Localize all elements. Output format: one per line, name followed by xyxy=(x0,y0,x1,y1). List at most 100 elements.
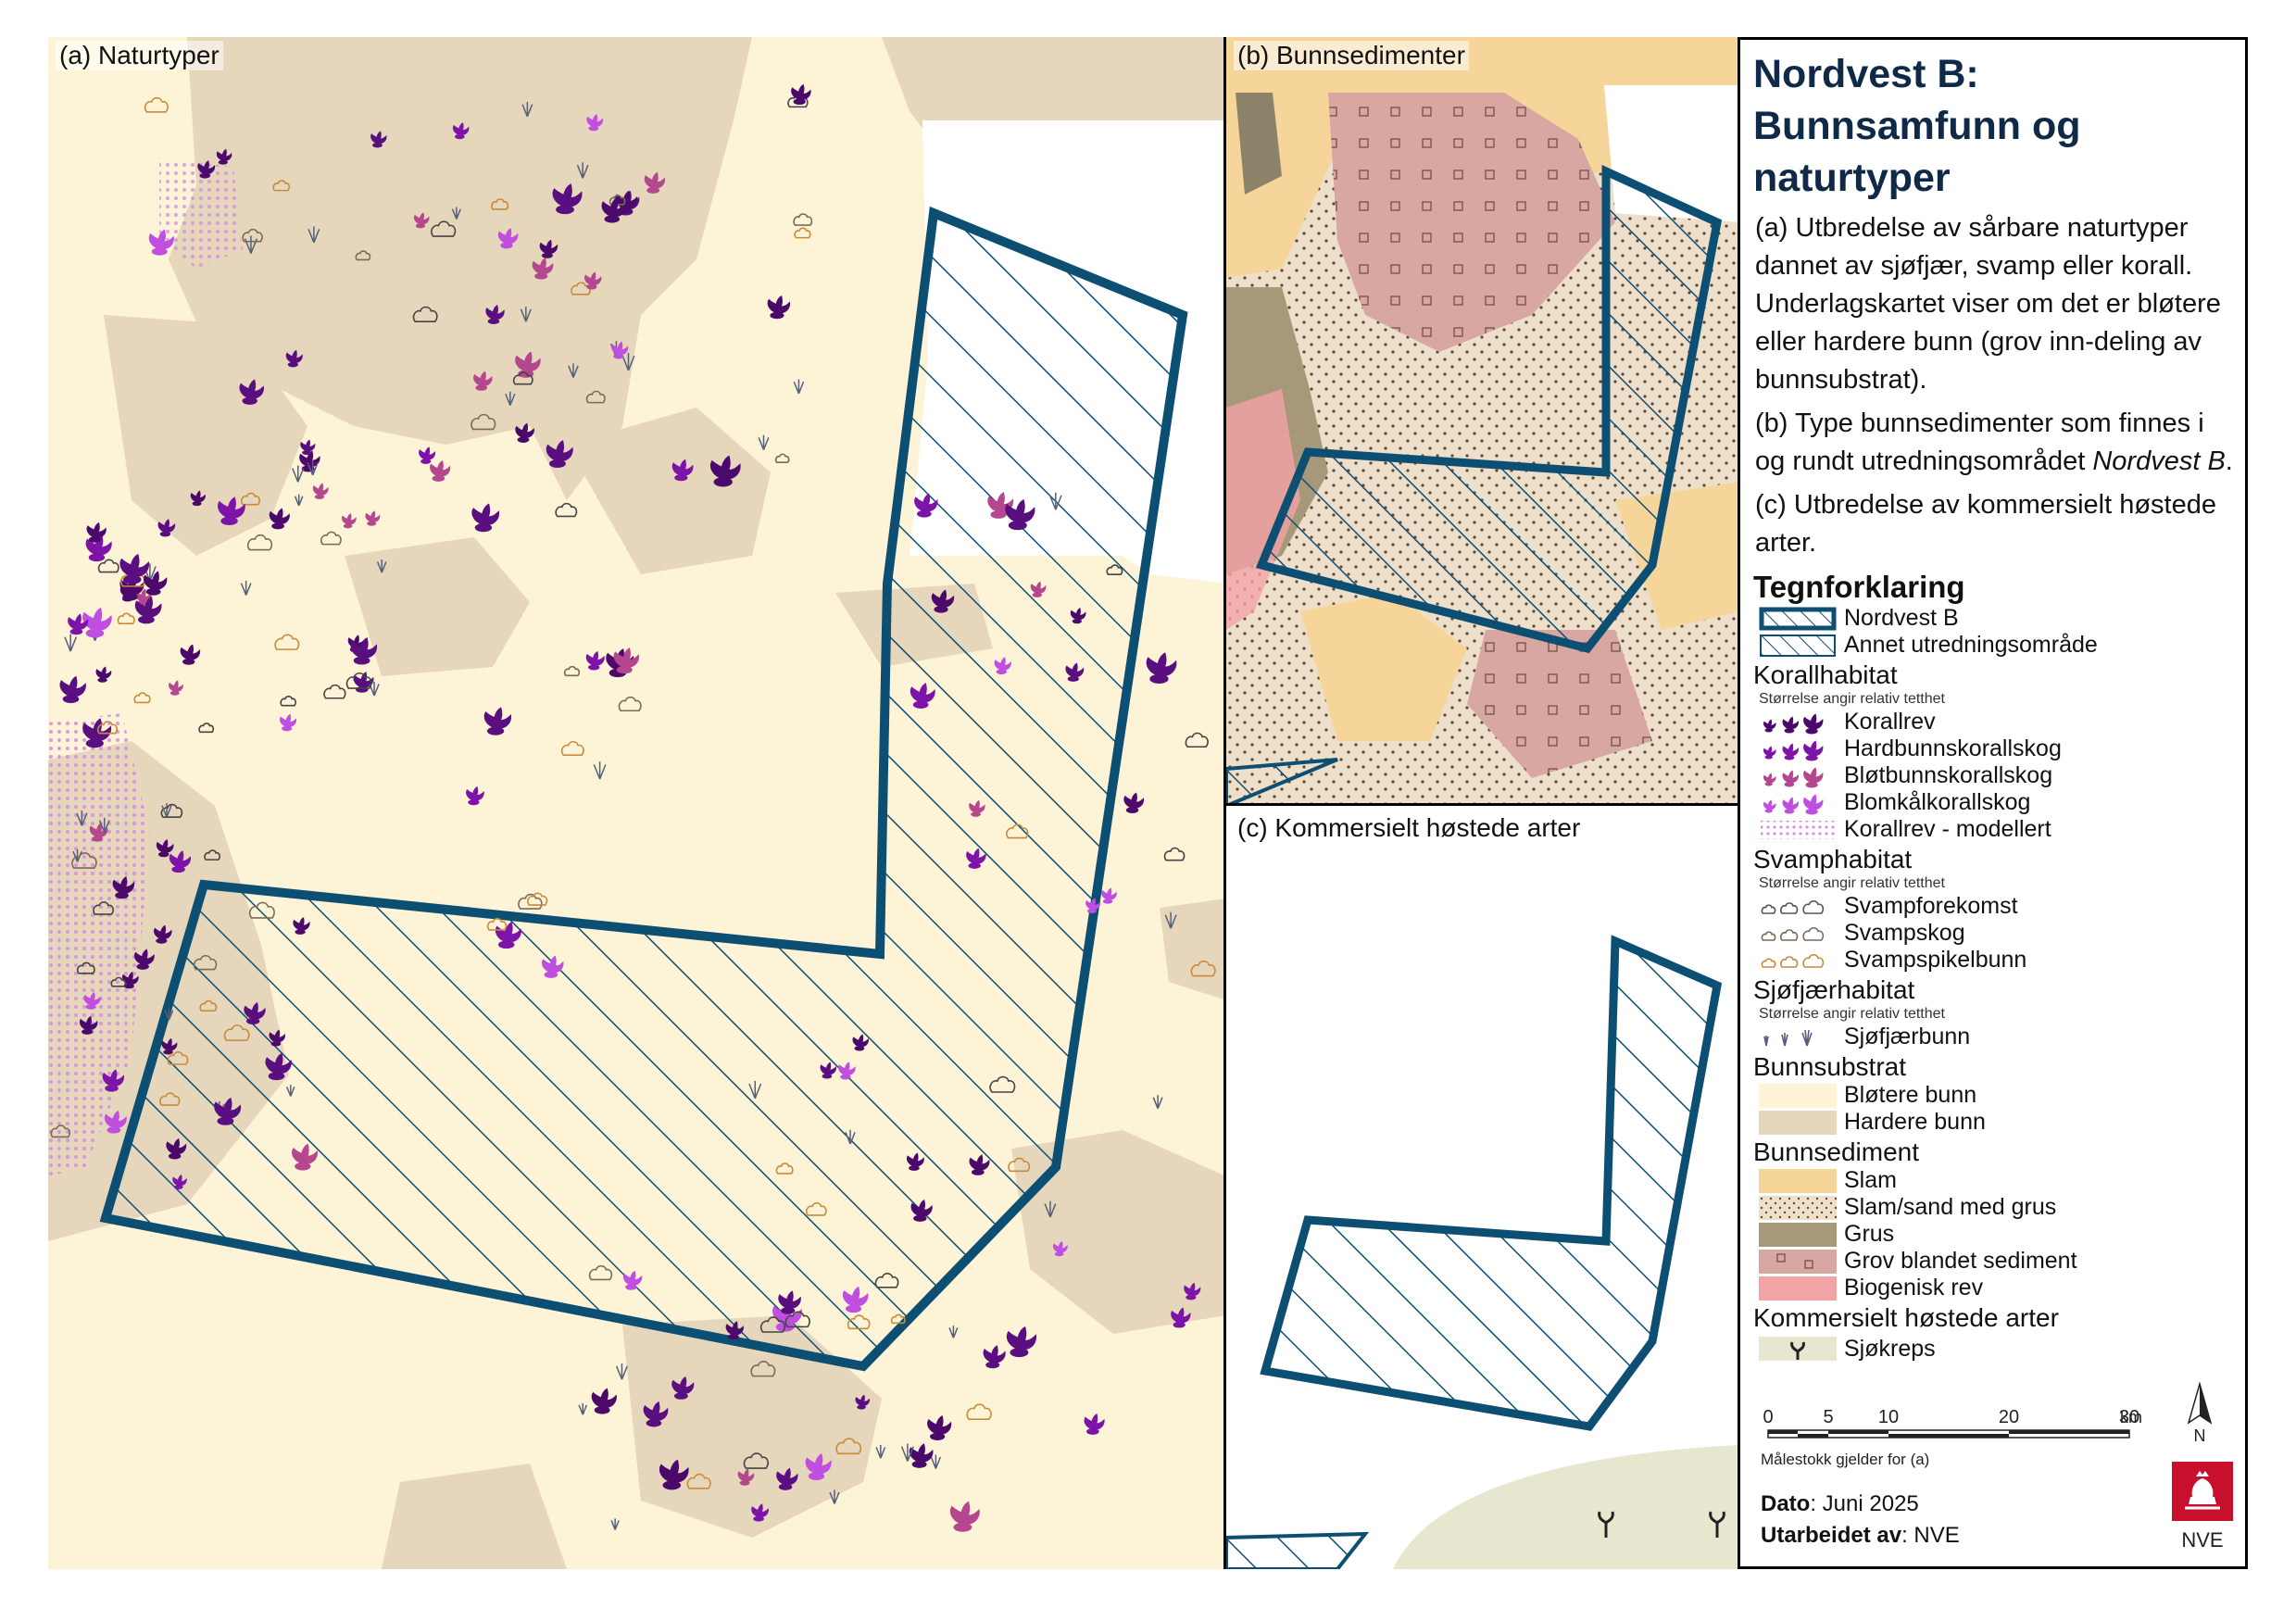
coral-marker-base xyxy=(1102,898,1113,904)
coral-marker-base xyxy=(541,252,553,258)
coral-marker-base xyxy=(136,963,149,970)
coral-marker-base xyxy=(151,247,168,256)
sidebar: Nordvest B: Bunnsamfunn og naturtyper (a… xyxy=(1740,37,2248,1569)
map-panel-naturtyper[interactable]: (a) Naturtyper xyxy=(48,37,1226,1569)
coral-marker xyxy=(1782,797,1799,810)
coral-marker-base xyxy=(163,1049,173,1055)
coral-marker-base xyxy=(218,159,228,165)
date-value: : Juni 2025 xyxy=(1810,1491,1919,1516)
north-arrow-icon: N xyxy=(2187,1382,2213,1445)
kommersielt-map xyxy=(1226,806,1738,1569)
coral-marker-base xyxy=(930,1432,946,1440)
scale-tick-label: 0 xyxy=(1763,1407,1773,1427)
coral-marker-base xyxy=(604,215,621,223)
legend-nordvest-b: Nordvest B xyxy=(1759,605,2240,632)
coral-marker-base xyxy=(367,521,377,526)
title-line-2: Bunnsamfunn og naturtyper xyxy=(1753,104,2081,200)
coral-marker-base xyxy=(517,436,530,443)
scale-note: Målestokk gjelder for (a) xyxy=(1761,1451,1930,1468)
coral-marker-base xyxy=(192,501,202,507)
legend-blotere: Bløtere bunn xyxy=(1759,1082,2240,1109)
svampforekomst-icon xyxy=(1759,895,1844,919)
description: (a) Utbredelse av sårbare naturtyper dan… xyxy=(1755,209,2240,562)
sponge-marker xyxy=(1779,955,1799,968)
coral-marker-base xyxy=(990,510,1007,519)
coral-marker-base xyxy=(115,891,129,899)
coral-marker-base xyxy=(1805,781,1818,787)
coral-marker-base xyxy=(778,1483,793,1490)
coral-marker-base xyxy=(372,143,383,148)
north-label: N xyxy=(2194,1426,2206,1445)
coral-marker-base xyxy=(548,459,566,469)
coral-marker-base xyxy=(673,1392,688,1400)
coral-marker-base xyxy=(909,1165,920,1171)
legend-grov: Grov blandet sediment xyxy=(1759,1248,2240,1275)
legend-kommersiell-head: Kommersielt høstede arter xyxy=(1753,1303,2059,1332)
coral-marker-base xyxy=(356,685,369,693)
coral-marker-base xyxy=(911,1460,927,1468)
coral-marker-base xyxy=(971,1169,985,1175)
coral-marker-base xyxy=(822,1074,833,1079)
author-value: : NVE xyxy=(1901,1523,1960,1548)
coral-marker-base xyxy=(168,1152,182,1160)
legend-biogenisk: Biogenisk rev xyxy=(1759,1275,2240,1301)
modellert-swatch-icon xyxy=(1759,818,1844,842)
nordvest-b-swatch-icon xyxy=(1759,607,1844,631)
coral-marker-base xyxy=(287,361,298,368)
coral-marker-base xyxy=(556,205,574,215)
hardere-swatch xyxy=(1759,1110,1837,1135)
coral-marker-base xyxy=(314,494,325,499)
description-b-area-name: Nordvest B xyxy=(2092,446,2226,476)
coral-marker xyxy=(1803,713,1824,729)
coral-marker-base xyxy=(487,318,500,324)
scale-unit-label: km xyxy=(2120,1408,2142,1426)
legend-hardere-label: Hardere bunn xyxy=(1844,1109,1986,1135)
legend-blomkal: Blomkålkorallskog xyxy=(1759,789,2240,816)
coral-marker-base xyxy=(420,459,432,464)
map-panel-kommersielt[interactable]: (c) Kommersielt høstede arter xyxy=(1226,806,1740,1569)
legend-sjofjaer-note: Størrelse angir relativ tetthet xyxy=(1759,1006,1945,1022)
legend-hardbunn-label: Hardbunnskorallskog xyxy=(1844,735,2062,761)
description-b-suffix: . xyxy=(2225,446,2233,476)
coral-marker-base xyxy=(1010,1348,1029,1358)
coral-marker-base xyxy=(69,628,83,635)
legend-slam: Slam xyxy=(1759,1167,2240,1194)
coral-marker-base xyxy=(845,1304,862,1313)
coral-marker-base xyxy=(770,311,784,320)
coral-marker-base xyxy=(85,1004,96,1010)
sponge-marker xyxy=(1761,903,1776,914)
coral-marker-base xyxy=(1008,521,1027,531)
coral-marker-base xyxy=(588,125,599,132)
coral-marker-base xyxy=(646,186,660,194)
legend-sjofjaer-head: Sjøfjærhabitat xyxy=(1753,975,1915,1004)
legend-svampforekomst: Svampforekomst xyxy=(1759,893,2240,920)
legend-substrat-head: Bunnsubstrat xyxy=(1753,1052,1906,1081)
coral-marker-base xyxy=(415,223,426,229)
coral-marker-base xyxy=(62,695,80,704)
coral-marker-base xyxy=(968,862,981,869)
coral-marker-base xyxy=(1032,592,1042,597)
sponge-marker xyxy=(1802,926,1825,941)
coral-marker-base xyxy=(594,1406,610,1414)
legend-slam-sand-label: Slam/sand med grus xyxy=(1844,1194,2057,1220)
panel-c-label: (c) Kommersielt høstede arter xyxy=(1234,813,1585,843)
legend-korallrev-label: Korallrev xyxy=(1844,709,1936,735)
sponge-marker xyxy=(1779,901,1799,914)
coral-marker-base xyxy=(1805,727,1818,734)
coral-marker-base xyxy=(454,133,465,140)
legend-modellert: Korallrev - modellert xyxy=(1759,816,2240,843)
coral-marker-base xyxy=(625,1284,637,1290)
hardbunn-coral-icon xyxy=(1759,737,1844,761)
legend-title: Tegnforklaring xyxy=(1753,570,1965,604)
legend-korall-note: Størrelse angir relativ tetthet xyxy=(1759,691,1945,707)
coral-marker-base xyxy=(486,726,505,735)
coral-marker-base xyxy=(268,1072,285,1081)
legend-svampspikel-label: Svampspikelbunn xyxy=(1844,947,2027,973)
coral-marker-base xyxy=(182,659,195,665)
coral-marker-base xyxy=(616,665,633,674)
map-panel-bunnsedimenter[interactable]: (b) Bunnsedimenter xyxy=(1226,37,1740,806)
blomkal-coral-icon xyxy=(1759,791,1844,815)
legend-slam-label: Slam xyxy=(1844,1167,1897,1193)
coral-marker-base xyxy=(107,1126,121,1134)
blotbunn-coral-icon xyxy=(1759,764,1844,788)
